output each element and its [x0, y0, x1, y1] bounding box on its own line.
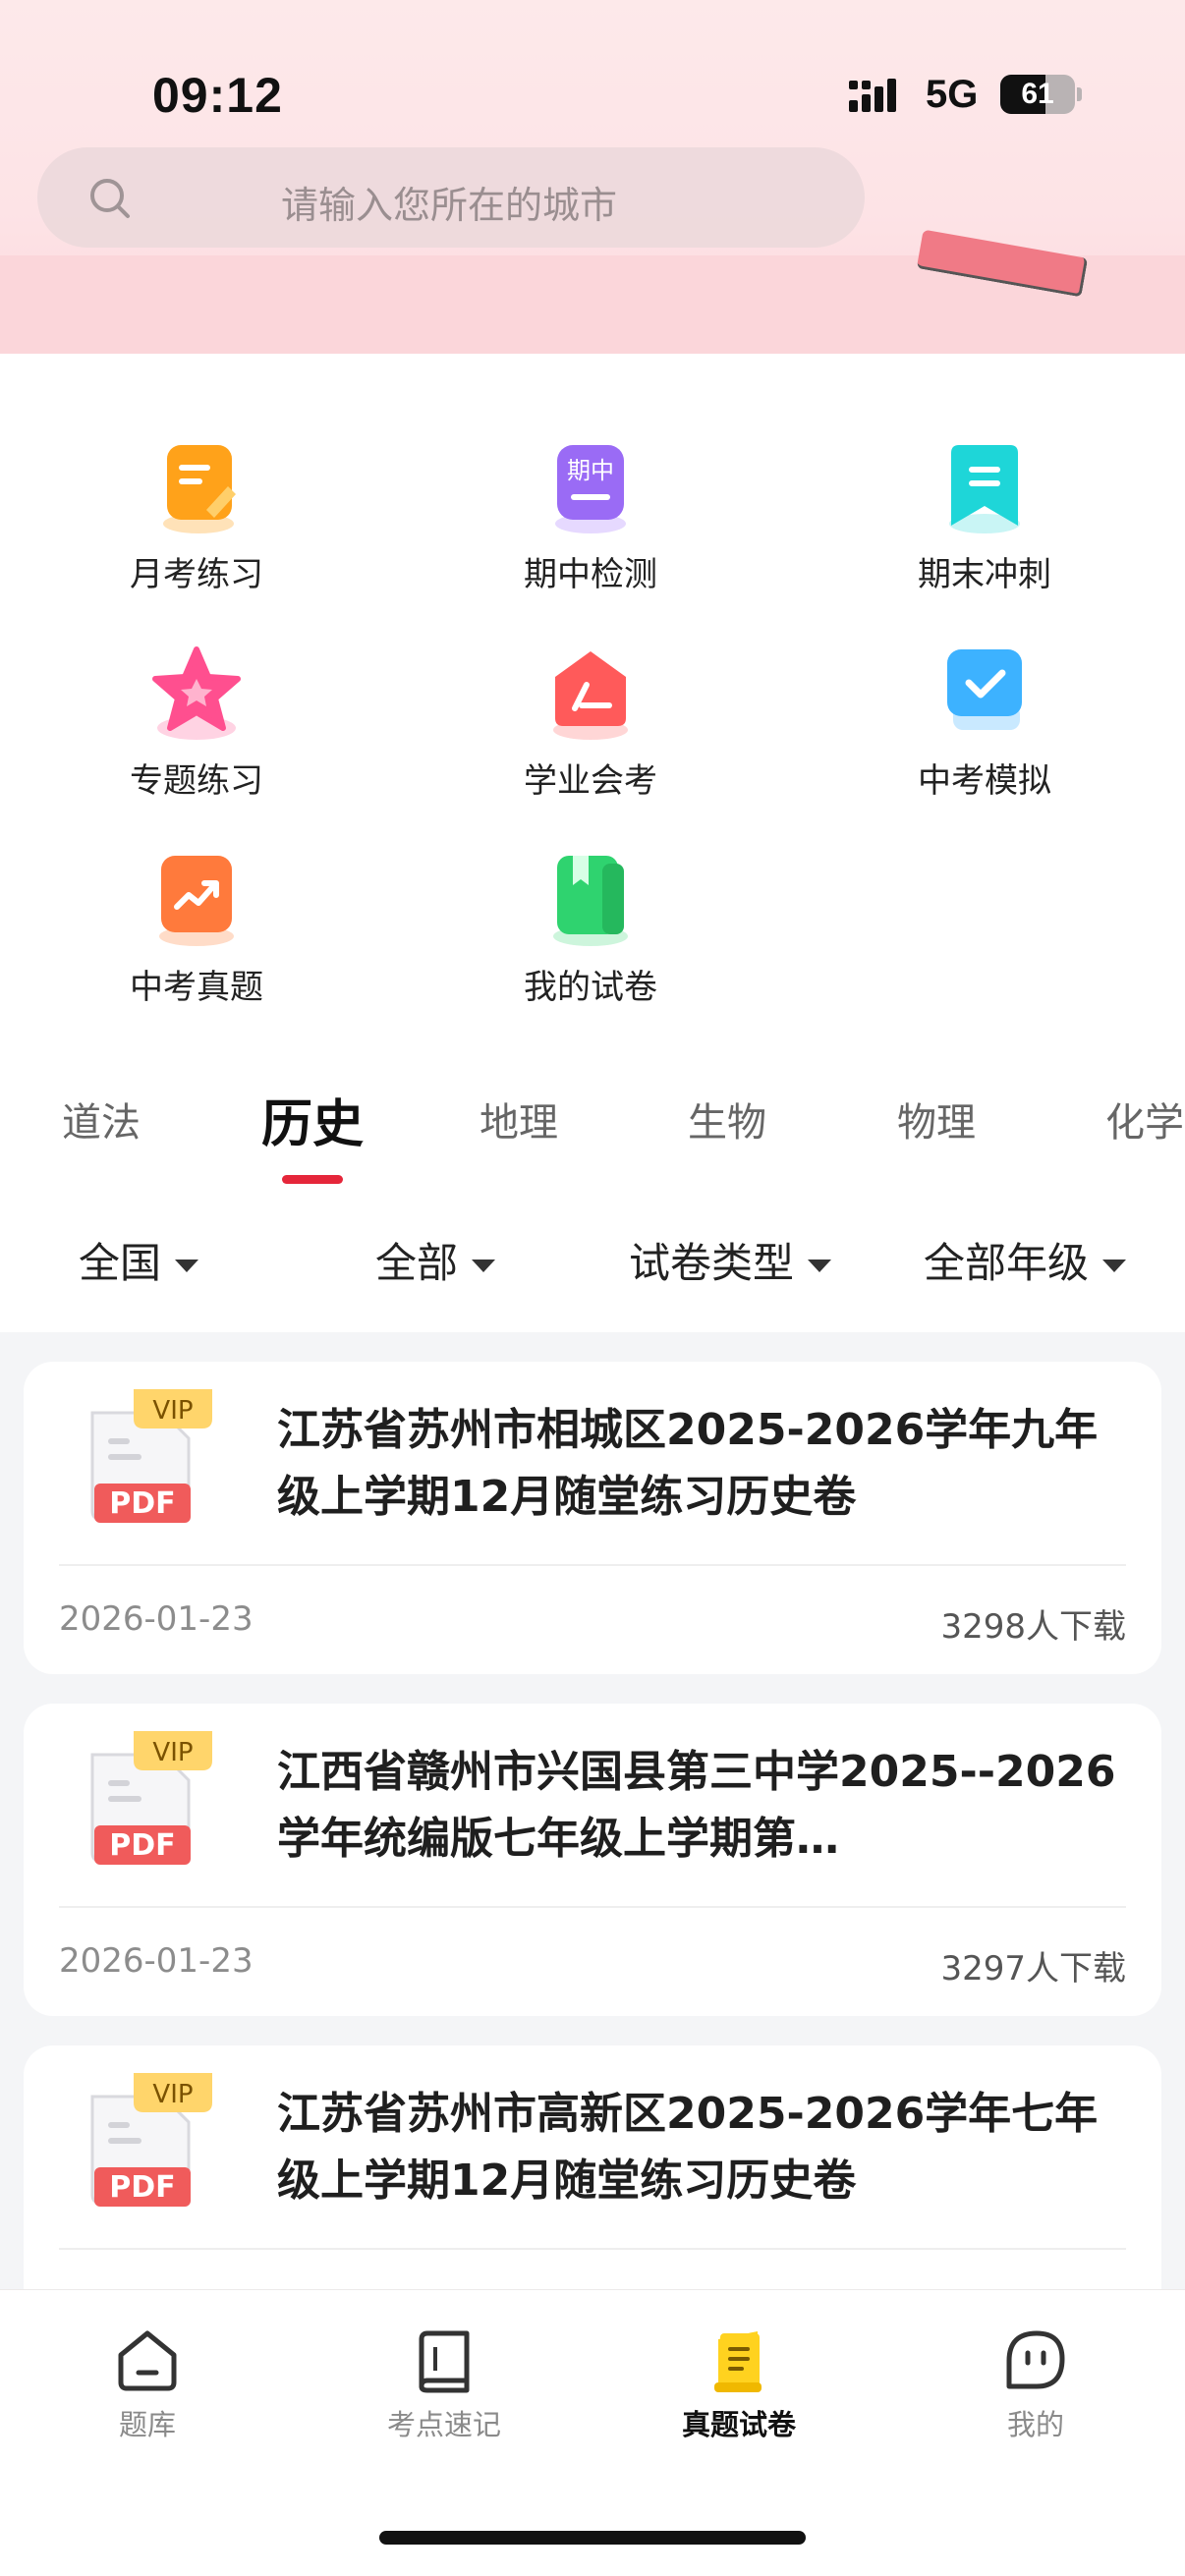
tab-geography[interactable]: 地理 [480, 1091, 558, 1148]
tab-physics[interactable]: 物理 [897, 1091, 976, 1148]
svg-text:PDF: PDF [109, 1828, 175, 1863]
paper-downloads: 3297人下载 [940, 1949, 1126, 1988]
caret-down-icon [1102, 1260, 1127, 1272]
menu-label: 中考模拟 [918, 761, 1051, 801]
paper-downloads: 3298人下载 [940, 1607, 1126, 1647]
paper-card[interactable]: PDF VIP 江苏省苏州市相城区2025-2026学年九年级上学期12月随堂练… [24, 1362, 1161, 1674]
filter-scope-label: 全部 [375, 1239, 459, 1287]
pdf-file-icon: PDF VIP [90, 2073, 212, 2207]
paper-title: 江西省赣州市兴国县第三中学2025--2026学年统编版七年级上学期第… [277, 1747, 1116, 1864]
midterm-icon: 期中 [539, 437, 642, 539]
filter-paper-type[interactable]: 试卷类型 [629, 1230, 832, 1290]
svg-text:VIP: VIP [152, 2080, 193, 2109]
menu-real-exam[interactable]: 中考真题 [39, 850, 354, 1008]
tab-biology[interactable]: 生物 [688, 1091, 766, 1148]
menu-label: 月考练习 [130, 555, 263, 594]
active-tab-indicator [282, 1175, 343, 1184]
svg-text:PDF: PDF [109, 2170, 175, 2205]
menu-label: 专题练习 [130, 761, 263, 801]
paper-card[interactable]: PDF VIP 江西省赣州市兴国县第三中学2025--2026学年统编版七年级上… [24, 1704, 1161, 2016]
battery-icon: 61 [1000, 75, 1075, 114]
home-icon [118, 2330, 177, 2391]
paper-date: 2026-01-23 [59, 1599, 254, 1639]
nav-profile[interactable]: 我的 [937, 2325, 1134, 2443]
nav-label: 题库 [118, 2408, 176, 2441]
status-time: 09:12 [152, 68, 283, 123]
caret-down-icon [472, 1260, 496, 1272]
nav-question-bank[interactable]: 题库 [49, 2325, 246, 2443]
monthly-exam-icon [145, 437, 248, 539]
filter-grade-label: 全部年级 [924, 1239, 1090, 1287]
city-search-input[interactable]: 请输入您所在的城市 [37, 147, 865, 248]
menu-label: 期中检测 [524, 555, 657, 594]
search-icon [90, 179, 130, 218]
battery-percent: 61 [1021, 78, 1054, 110]
menu-label: 中考真题 [130, 968, 263, 1007]
search-placeholder: 请输入您所在的城市 [281, 184, 618, 227]
menu-label: 学业会考 [524, 761, 657, 801]
filter-region-label: 全国 [79, 1239, 162, 1287]
divider [59, 2248, 1126, 2250]
my-papers-icon [539, 850, 642, 952]
trend-icon [145, 850, 248, 952]
pdf-file-icon: PDF VIP [90, 1731, 212, 1865]
menu-label: 我的试卷 [524, 968, 657, 1007]
menu-midterm[interactable]: 期中 期中检测 [433, 437, 748, 595]
signal-icon [849, 79, 896, 112]
menu-mock-exam[interactable]: 中考模拟 [827, 644, 1142, 802]
nav-label: 我的 [1006, 2408, 1064, 2441]
star-icon [145, 644, 248, 746]
paper-title: 江苏省苏州市相城区2025-2026学年九年级上学期12月随堂练习历史卷 [277, 1405, 1099, 1522]
menu-topic-practice[interactable]: 专题练习 [39, 644, 354, 802]
network-type: 5G [926, 73, 979, 116]
tab-history[interactable]: 历史 [261, 1083, 364, 1156]
filter-scope[interactable]: 全部 [375, 1230, 496, 1290]
face-icon [1006, 2330, 1065, 2389]
nav-real-papers[interactable]: 真题试卷 [641, 2325, 837, 2443]
checkmark-icon [933, 644, 1036, 746]
book-icon [419, 2330, 470, 2393]
home-indicator [379, 2531, 806, 2545]
paper-date: 2026-01-23 [59, 1941, 254, 1981]
divider [59, 1906, 1126, 1908]
caret-down-icon [175, 1260, 199, 1272]
battery-tip [1077, 87, 1082, 101]
filter-grade[interactable]: 全部年级 [924, 1230, 1127, 1290]
paper-title: 江苏省苏州市高新区2025-2026学年七年级上学期12月随堂练习历史卷 [277, 2089, 1099, 2206]
svg-text:PDF: PDF [109, 1486, 175, 1521]
academic-exam-icon [539, 644, 642, 746]
menu-final-sprint[interactable]: 期末冲刺 [827, 437, 1142, 595]
svg-text:VIP: VIP [152, 1738, 193, 1767]
nav-label: 真题试卷 [681, 2408, 796, 2441]
tab-chemistry[interactable]: 化学 [1105, 1091, 1184, 1148]
filter-region[interactable]: 全国 [79, 1230, 199, 1290]
final-sprint-icon [933, 437, 1036, 539]
pdf-file-icon: PDF VIP [90, 1389, 212, 1523]
menu-academic-exam[interactable]: 学业会考 [433, 644, 748, 802]
svg-text:VIP: VIP [152, 1396, 193, 1426]
nav-label: 考点速记 [386, 2408, 501, 2441]
scroll-icon [714, 2331, 762, 2392]
nav-quick-notes[interactable]: 考点速记 [346, 2325, 542, 2443]
menu-label: 期末冲刺 [918, 555, 1051, 594]
tab-daofa[interactable]: 道法 [62, 1091, 141, 1148]
filter-paper-type-label: 试卷类型 [629, 1239, 795, 1287]
menu-monthly-exam[interactable]: 月考练习 [39, 437, 354, 595]
svg-text:期中: 期中 [567, 457, 614, 484]
menu-my-papers[interactable]: 我的试卷 [433, 850, 748, 1008]
caret-down-icon [808, 1260, 832, 1272]
divider [59, 1564, 1126, 1566]
